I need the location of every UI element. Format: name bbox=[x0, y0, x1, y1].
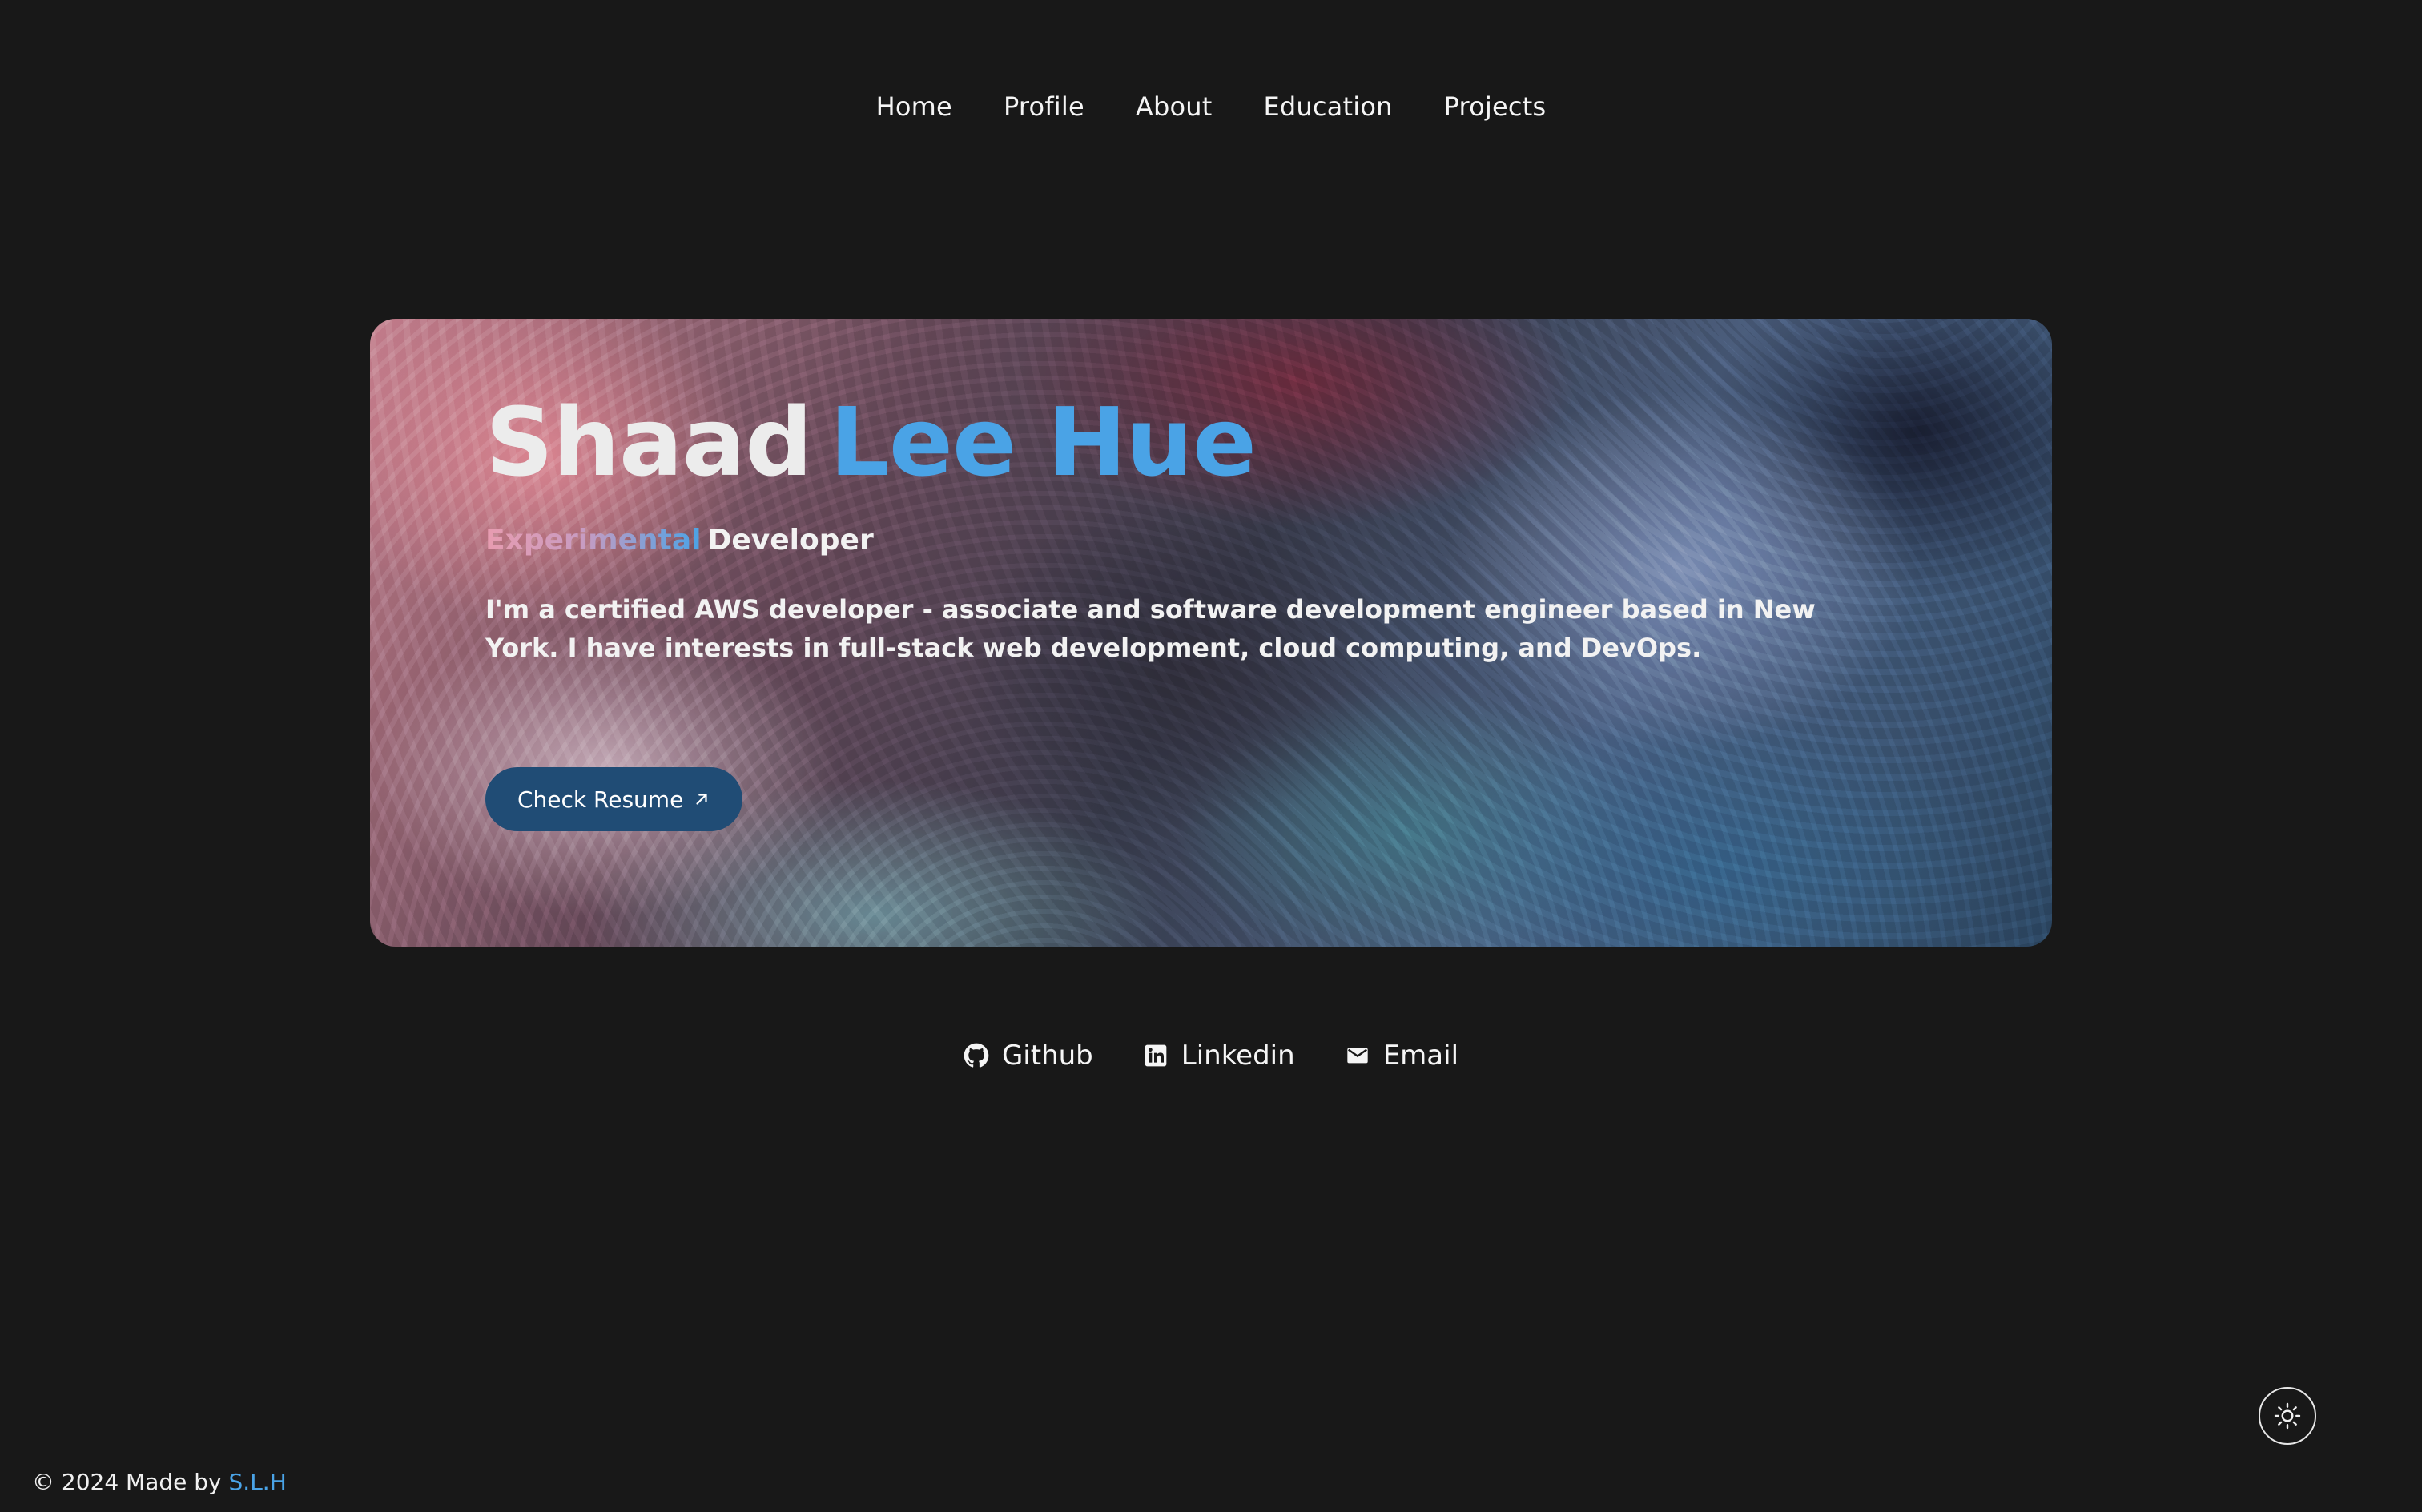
hero-last-name: Lee Hue bbox=[829, 387, 1257, 497]
hero-content: Shaad Lee Hue Experimental Developer I'm a… bbox=[485, 390, 1927, 667]
check-resume-label: Check Resume bbox=[517, 786, 684, 813]
sun-icon bbox=[2274, 1402, 2301, 1430]
social-label-linkedin: Linkedin bbox=[1181, 1040, 1295, 1072]
social-link-email[interactable]: Email bbox=[1345, 1040, 1458, 1072]
hero-card: Shaad Lee Hue Experimental Developer I'm a… bbox=[370, 319, 2052, 947]
social-link-github[interactable]: Github bbox=[964, 1040, 1093, 1072]
hero-first-name: Shaad bbox=[485, 387, 813, 497]
footer-author-link[interactable]: S.L.H bbox=[229, 1469, 287, 1495]
hero-subtitle-role: Developer bbox=[707, 523, 874, 557]
nav-item-profile[interactable]: Profile bbox=[1004, 91, 1084, 122]
nav-item-projects[interactable]: Projects bbox=[1444, 91, 1547, 122]
nav-item-about[interactable]: About bbox=[1136, 91, 1213, 122]
arrow-up-right-icon bbox=[696, 794, 707, 805]
email-icon bbox=[1347, 1048, 1368, 1064]
footer: © 2024 Made by S.L.H bbox=[32, 1469, 287, 1495]
check-resume-button[interactable]: Check Resume bbox=[485, 767, 743, 831]
social-link-linkedin[interactable]: Linkedin bbox=[1143, 1040, 1295, 1072]
page: Home Profile About Education Projects Sh… bbox=[0, 0, 2422, 1512]
social-links: Github Linkedin Email bbox=[0, 1040, 2422, 1072]
nav-item-education[interactable]: Education bbox=[1263, 91, 1392, 122]
hero-name: Shaad Lee Hue bbox=[485, 390, 1927, 495]
linkedin-icon bbox=[1145, 1044, 1167, 1067]
hero-subtitle: Experimental Developer bbox=[485, 524, 1927, 557]
nav-item-home[interactable]: Home bbox=[876, 91, 952, 122]
theme-toggle-button[interactable] bbox=[2259, 1387, 2316, 1445]
github-icon bbox=[964, 1043, 989, 1068]
social-label-github: Github bbox=[1001, 1040, 1093, 1072]
social-label-email: Email bbox=[1382, 1040, 1459, 1072]
hero-description: I'm a certified AWS developer - associat… bbox=[485, 593, 1816, 663]
top-nav: Home Profile About Education Projects bbox=[0, 91, 2422, 122]
hero-subtitle-accent: Experimental bbox=[485, 523, 702, 557]
footer-copyright: © 2024 Made by bbox=[32, 1469, 222, 1495]
